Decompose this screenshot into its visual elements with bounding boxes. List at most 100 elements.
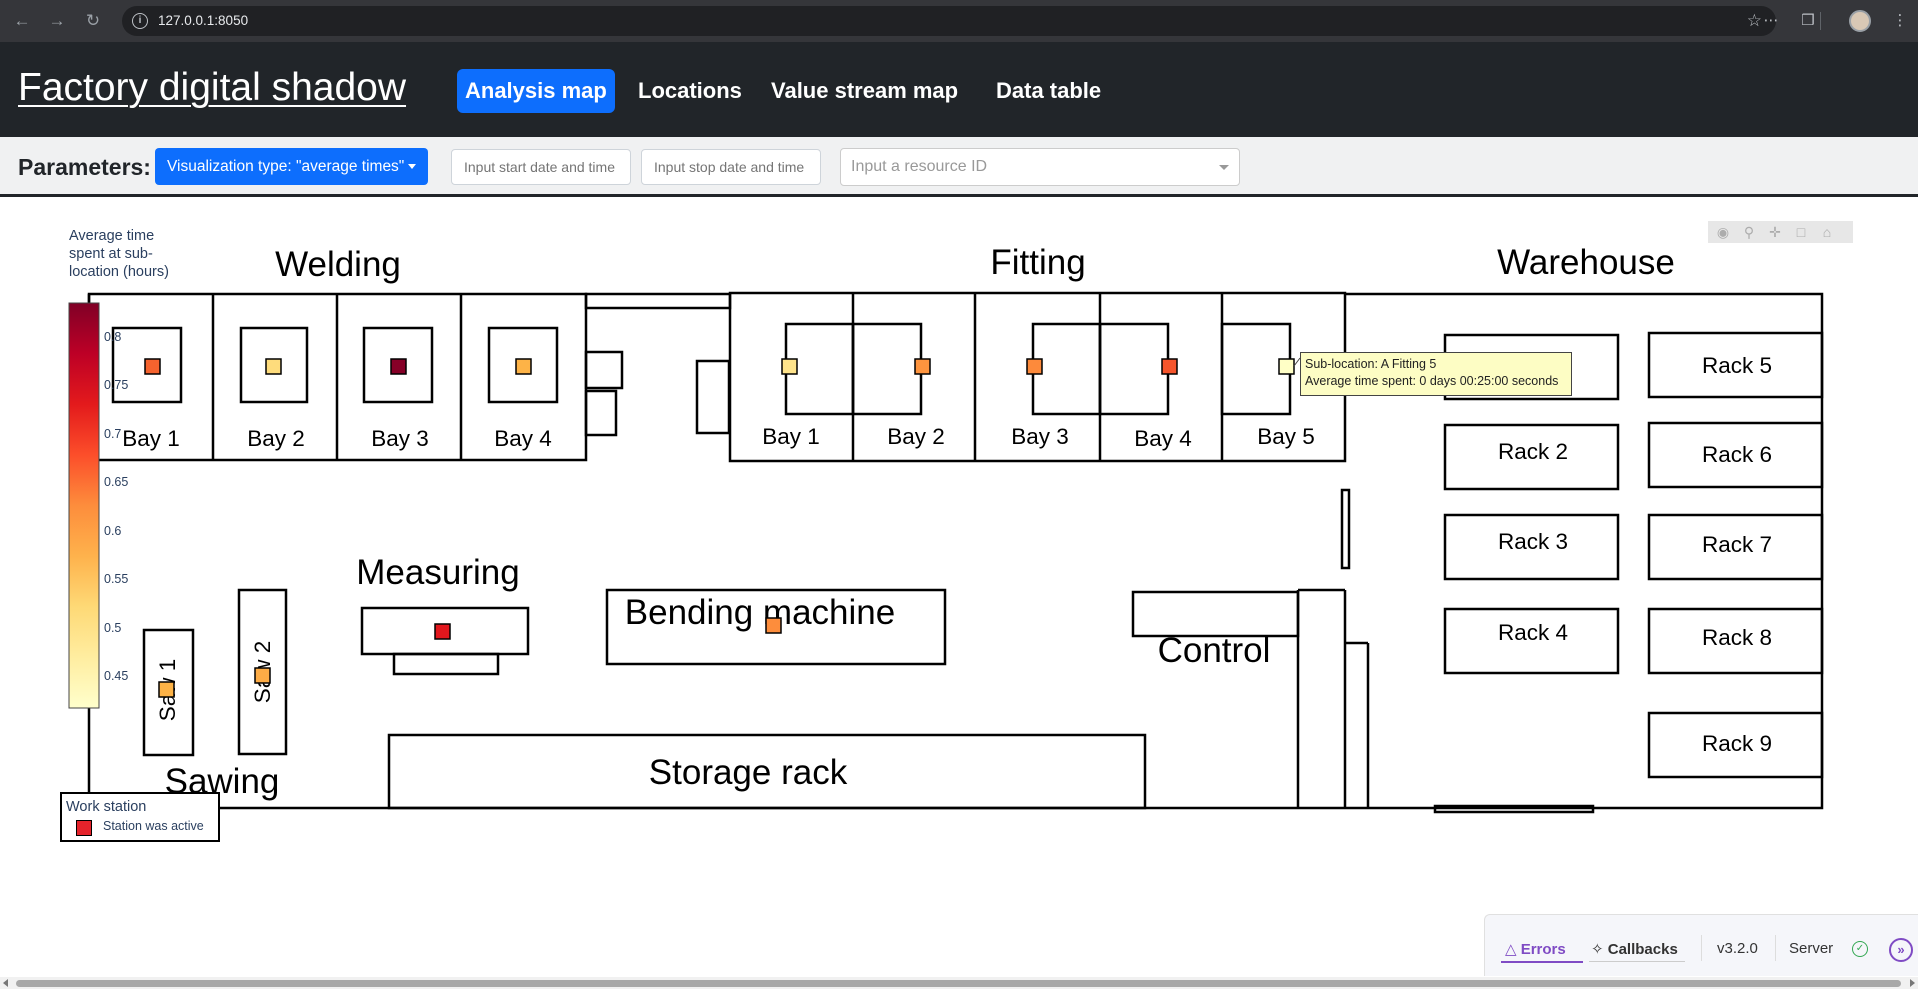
parameters-bar: Parameters: Visualization type: "average… <box>0 137 1918 197</box>
analysis-map[interactable]: Welding Fitting Warehouse Measuring Bend… <box>0 198 1918 978</box>
measuring-label: Measuring <box>356 553 519 592</box>
fitting-bay-2-label: Bay 2 <box>887 424 945 449</box>
camera-icon[interactable]: ◉ <box>1712 221 1734 243</box>
legend-title: Work station <box>66 799 147 815</box>
marker-fitting-bay-4[interactable] <box>1161 358 1178 375</box>
legend-item-label[interactable]: Station was active <box>103 819 204 833</box>
marker-fitting-bay-1[interactable] <box>781 358 798 375</box>
visualization-type-label: Visualization type: "average times" <box>167 158 405 175</box>
rack-5-label: Rack 5 <box>1702 353 1772 378</box>
marker-fitting-bay-5[interactable] <box>1278 358 1295 375</box>
dash-devtools: △ Errors ✧ Callbacks v3.2.0 Server ✓ » <box>1484 914 1918 976</box>
errors-label: Errors <box>1520 941 1566 958</box>
welding-label: Welding <box>275 245 401 284</box>
pan-icon[interactable]: ✛ <box>1764 221 1786 243</box>
fitting-bay-1-label: Bay 1 <box>762 424 820 449</box>
devtools-toggle-icon[interactable]: » <box>1889 938 1913 962</box>
zoom-icon[interactable]: ⚲ <box>1738 221 1760 243</box>
cb-tick-4: 0.6 <box>104 524 121 538</box>
visualization-type-dropdown[interactable]: Visualization type: "average times" <box>155 148 429 185</box>
rack-8-label: Rack 8 <box>1702 625 1772 650</box>
warning-icon: △ <box>1505 941 1517 958</box>
address-bar[interactable]: i 127.0.0.1:8050 ☆ <box>122 6 1776 36</box>
scrollbar-thumb[interactable] <box>16 980 1901 987</box>
callbacks-tab-underline <box>1589 961 1685 962</box>
box-select-icon[interactable]: □ <box>1790 221 1812 243</box>
hover-tooltip: Sub-location: A Fitting 5 Average time s… <box>1300 352 1572 396</box>
url-text[interactable]: 127.0.0.1:8050 <box>158 13 248 28</box>
devtools-divider <box>1701 935 1702 961</box>
colorbar-title: Average time spent at sub-location (hour… <box>69 228 169 280</box>
warehouse-label: Warehouse <box>1497 243 1675 282</box>
toolbar-divider <box>1820 12 1821 30</box>
scroll-left-icon[interactable] <box>3 979 8 987</box>
tooltip-line-1: Sub-location: A Fitting 5 <box>1305 357 1437 371</box>
scroll-right-icon[interactable] <box>1910 979 1915 987</box>
reload-icon[interactable]: ↻ <box>81 9 105 33</box>
chevron-down-icon[interactable] <box>1219 165 1229 170</box>
browser-toolbar: ← → ↻ i 127.0.0.1:8050 ☆ ⋯ ❒ ⋮ <box>0 0 1918 42</box>
callbacks-tab[interactable]: ✧ Callbacks <box>1591 940 1678 958</box>
rack-6-label: Rack 6 <box>1702 442 1772 467</box>
horizontal-scrollbar[interactable] <box>0 977 1918 989</box>
marker-welding-bay-1[interactable] <box>144 358 161 375</box>
app-header: Factory digital shadow Analysis map Loca… <box>0 42 1918 137</box>
marker-welding-bay-3[interactable] <box>390 358 407 375</box>
nav-value-stream-map[interactable]: Value stream map <box>763 69 966 113</box>
cb-tick-1: 0.75 <box>104 378 128 392</box>
nav-locations[interactable]: Locations <box>630 69 750 113</box>
map-legend: Work station Station was active <box>60 792 220 842</box>
marker-welding-bay-2[interactable] <box>265 358 282 375</box>
stop-datetime-input[interactable] <box>641 149 821 185</box>
factory-floor-plan[interactable]: Welding Fitting Warehouse Measuring Bend… <box>0 198 1918 978</box>
nav-data-table[interactable]: Data table <box>988 69 1109 113</box>
brand-title[interactable]: Factory digital shadow <box>18 66 406 110</box>
extension-icon[interactable]: ⋯ <box>1760 10 1782 32</box>
marker-measuring[interactable] <box>434 623 451 640</box>
callbacks-label: Callbacks <box>1607 941 1678 958</box>
cb-tick-5: 0.55 <box>104 572 128 586</box>
welding-bay-2-label: Bay 2 <box>247 426 305 451</box>
fitting-label: Fitting <box>990 243 1085 282</box>
plot-modebar[interactable]: ◉ ⚲ ✛ □ ⌂ <box>1708 221 1853 243</box>
fitting-bay-4-label: Bay 4 <box>1134 426 1192 451</box>
storage-rack-label: Storage rack <box>649 753 848 792</box>
profile-avatar[interactable] <box>1849 10 1871 32</box>
errors-tab-underline <box>1501 961 1583 963</box>
devtools-divider <box>1775 935 1776 961</box>
callbacks-icon: ✧ <box>1591 941 1604 958</box>
welding-bay-3-label: Bay 3 <box>371 426 429 451</box>
start-datetime-input[interactable] <box>451 149 631 185</box>
cb-tick-3: 0.65 <box>104 475 128 489</box>
puzzle-icon[interactable]: ❒ <box>1797 10 1819 32</box>
server-status-label: Server <box>1789 940 1834 957</box>
resource-id-placeholder: Input a resource ID <box>851 158 988 175</box>
dash-version: v3.2.0 <box>1717 940 1758 957</box>
welding-bay-1-label: Bay 1 <box>122 426 180 451</box>
marker-fitting-bay-2[interactable] <box>914 358 931 375</box>
back-icon[interactable]: ← <box>10 9 34 33</box>
errors-tab[interactable]: △ Errors <box>1505 940 1566 958</box>
rack-7-label: Rack 7 <box>1702 532 1772 557</box>
cb-tick-6: 0.5 <box>104 621 121 635</box>
parameters-label: Parameters: <box>18 154 151 180</box>
rack-2-label: Rack 2 <box>1498 439 1568 464</box>
marker-saw-1[interactable] <box>158 681 175 698</box>
rack-3-label: Rack 3 <box>1498 529 1568 554</box>
cb-tick-0: 0.8 <box>104 330 121 344</box>
menu-kebab-icon[interactable]: ⋮ <box>1889 10 1911 32</box>
marker-saw-2[interactable] <box>254 667 271 684</box>
control-label: Control <box>1158 631 1271 670</box>
forward-icon[interactable]: → <box>45 9 69 33</box>
colorbar <box>68 302 100 709</box>
home-icon[interactable]: ⌂ <box>1816 221 1838 243</box>
tooltip-line-2: Average time spent: 0 days 00:25:00 seco… <box>1305 374 1559 388</box>
legend-swatch[interactable] <box>76 820 92 836</box>
rack-9-label: Rack 9 <box>1702 731 1772 756</box>
nav-analysis-map[interactable]: Analysis map <box>457 69 615 113</box>
site-info-icon[interactable]: i <box>132 13 148 29</box>
marker-fitting-bay-3[interactable] <box>1026 358 1043 375</box>
marker-bending-machine[interactable] <box>765 617 782 634</box>
resource-id-select[interactable]: Input a resource ID <box>840 148 1240 186</box>
marker-welding-bay-4[interactable] <box>515 358 532 375</box>
